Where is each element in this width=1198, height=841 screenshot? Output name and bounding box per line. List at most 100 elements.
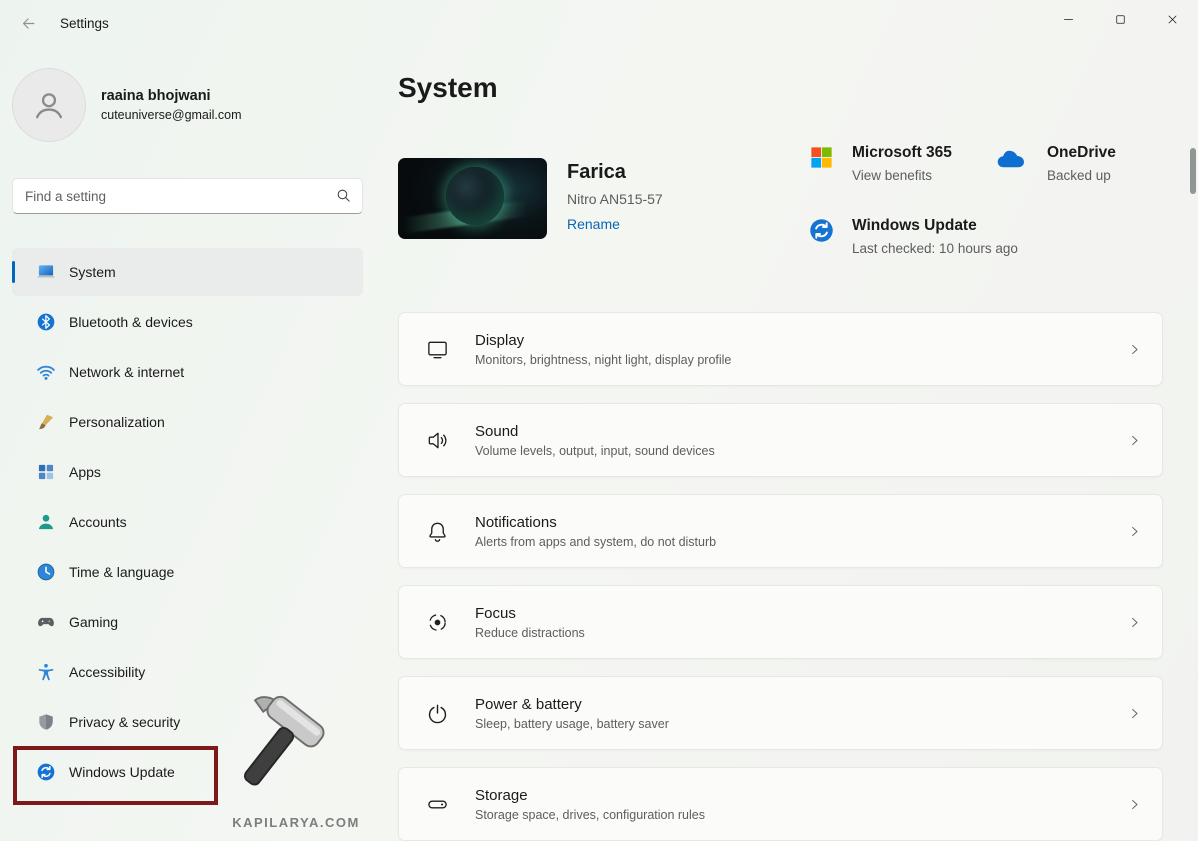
display-icon (426, 338, 449, 361)
chevron-right-icon (1127, 433, 1142, 448)
sidebar-item-label: Privacy & security (69, 714, 180, 730)
status-subtitle: Last checked: 10 hours ago (852, 241, 1018, 256)
sound-icon (426, 429, 449, 452)
focus-icon (426, 611, 449, 634)
app-title: Settings (60, 16, 109, 31)
setting-subtitle: Sleep, battery usage, battery saver (475, 717, 669, 731)
privacy-security-icon (36, 712, 56, 732)
device-info: Farica Nitro AN515-57 Rename (398, 158, 663, 256)
gaming-icon (36, 612, 56, 632)
close-button[interactable] (1146, 0, 1198, 38)
maximize-icon (1113, 12, 1128, 27)
main-content: System Farica Nitro AN515-57 Rename Micr… (398, 56, 1163, 840)
settings-row-storage[interactable]: Storage Storage space, drives, configura… (398, 767, 1163, 841)
search-box (12, 178, 363, 214)
sidebar-item-accounts[interactable]: Accounts (12, 498, 363, 546)
setting-title: Sound (475, 423, 715, 440)
device-name: Farica (567, 161, 663, 184)
sidebar-item-time-language[interactable]: Time & language (12, 548, 363, 596)
chevron-right-icon (1127, 706, 1142, 721)
minimize-button[interactable] (1042, 0, 1094, 38)
window-controls (1042, 0, 1198, 38)
user-profile[interactable]: raaina bhojwani cuteuniverse@gmail.com (12, 68, 363, 142)
avatar (12, 68, 86, 142)
setting-subtitle: Reduce distractions (475, 626, 585, 640)
sidebar-item-label: Apps (69, 464, 101, 480)
settings-list: Display Monitors, brightness, night ligh… (398, 312, 1163, 841)
close-icon (1165, 12, 1180, 27)
settings-row-sound[interactable]: Sound Volume levels, output, input, soun… (398, 403, 1163, 477)
sidebar-item-label: Gaming (69, 614, 118, 630)
windows-update-icon (36, 762, 56, 782)
page-title: System (398, 72, 1163, 104)
rename-link[interactable]: Rename (567, 216, 620, 232)
sidebar: raaina bhojwani cuteuniverse@gmail.com S… (0, 56, 375, 840)
sidebar-item-apps[interactable]: Apps (12, 448, 363, 496)
sidebar-item-bluetooth-devices[interactable]: Bluetooth & devices (12, 298, 363, 346)
sidebar-item-label: Accessibility (69, 664, 145, 680)
wallpaper-planet (446, 167, 504, 225)
sidebar-item-label: Time & language (69, 564, 174, 580)
storage-icon (426, 793, 449, 816)
chevron-right-icon (1127, 342, 1142, 357)
watermark-text: KAPILARYA.COM (212, 815, 380, 830)
sidebar-item-label: Windows Update (69, 764, 175, 780)
setting-subtitle: Volume levels, output, input, sound devi… (475, 444, 715, 458)
time-language-icon (36, 562, 56, 582)
onedrive-icon (995, 144, 1030, 171)
sidebar-item-network-internet[interactable]: Network & internet (12, 348, 363, 396)
status-card-microsoft-365[interactable]: Microsoft 365 View benefits (808, 144, 995, 183)
power-icon (426, 702, 449, 725)
status-subtitle: View benefits (852, 168, 952, 183)
settings-row-display[interactable]: Display Monitors, brightness, night ligh… (398, 312, 1163, 386)
minimize-icon (1061, 12, 1076, 27)
apps-icon (36, 462, 56, 482)
accounts-icon (36, 512, 56, 532)
setting-subtitle: Alerts from apps and system, do not dist… (475, 535, 716, 549)
microsoft-365-icon (808, 144, 835, 171)
status-subtitle: Backed up (1047, 168, 1116, 183)
scrollbar-thumb[interactable] (1190, 148, 1196, 194)
overview-section: Farica Nitro AN515-57 Rename Microsoft 3… (398, 158, 1163, 256)
person-icon (28, 84, 70, 126)
search-icon (335, 187, 352, 204)
personalization-icon (36, 412, 56, 432)
status-grid: Microsoft 365 View benefits OneDrive Bac… (808, 144, 1163, 256)
sidebar-item-label: System (69, 264, 116, 280)
sidebar-item-label: Bluetooth & devices (69, 314, 193, 330)
user-email: cuteuniverse@gmail.com (101, 108, 242, 122)
settings-row-focus[interactable]: Focus Reduce distractions (398, 585, 1163, 659)
setting-title: Notifications (475, 514, 716, 531)
back-button[interactable] (8, 6, 48, 40)
sidebar-item-label: Network & internet (69, 364, 184, 380)
maximize-button[interactable] (1094, 0, 1146, 38)
status-title: Windows Update (852, 217, 1018, 235)
sidebar-item-gaming[interactable]: Gaming (12, 598, 363, 646)
setting-title: Storage (475, 787, 705, 804)
chevron-right-icon (1127, 615, 1142, 630)
device-model: Nitro AN515-57 (567, 191, 663, 207)
setting-title: Power & battery (475, 696, 669, 713)
sidebar-item-personalization[interactable]: Personalization (12, 398, 363, 446)
sidebar-item-system[interactable]: System (12, 248, 363, 296)
back-icon (20, 15, 37, 32)
user-name: raaina bhojwani (101, 88, 242, 104)
setting-subtitle: Monitors, brightness, night light, displ… (475, 353, 731, 367)
status-title: OneDrive (1047, 144, 1116, 162)
settings-row-power-battery[interactable]: Power & battery Sleep, battery usage, ba… (398, 676, 1163, 750)
chevron-right-icon (1127, 524, 1142, 539)
setting-subtitle: Storage space, drives, configuration rul… (475, 808, 705, 822)
device-thumbnail (398, 158, 547, 239)
scrollbar[interactable] (1190, 56, 1196, 836)
network-icon (36, 362, 56, 382)
sidebar-item-label: Personalization (69, 414, 165, 430)
search-input[interactable] (12, 178, 363, 214)
watermark: KAPILARYA.COM (212, 687, 380, 830)
sidebar-item-label: Accounts (69, 514, 127, 530)
status-title: Microsoft 365 (852, 144, 952, 162)
setting-title: Display (475, 332, 731, 349)
status-card-onedrive[interactable]: OneDrive Backed up (995, 144, 1163, 183)
settings-row-notifications[interactable]: Notifications Alerts from apps and syste… (398, 494, 1163, 568)
status-card-windows-update[interactable]: Windows Update Last checked: 10 hours ag… (808, 217, 995, 256)
setting-title: Focus (475, 605, 585, 622)
